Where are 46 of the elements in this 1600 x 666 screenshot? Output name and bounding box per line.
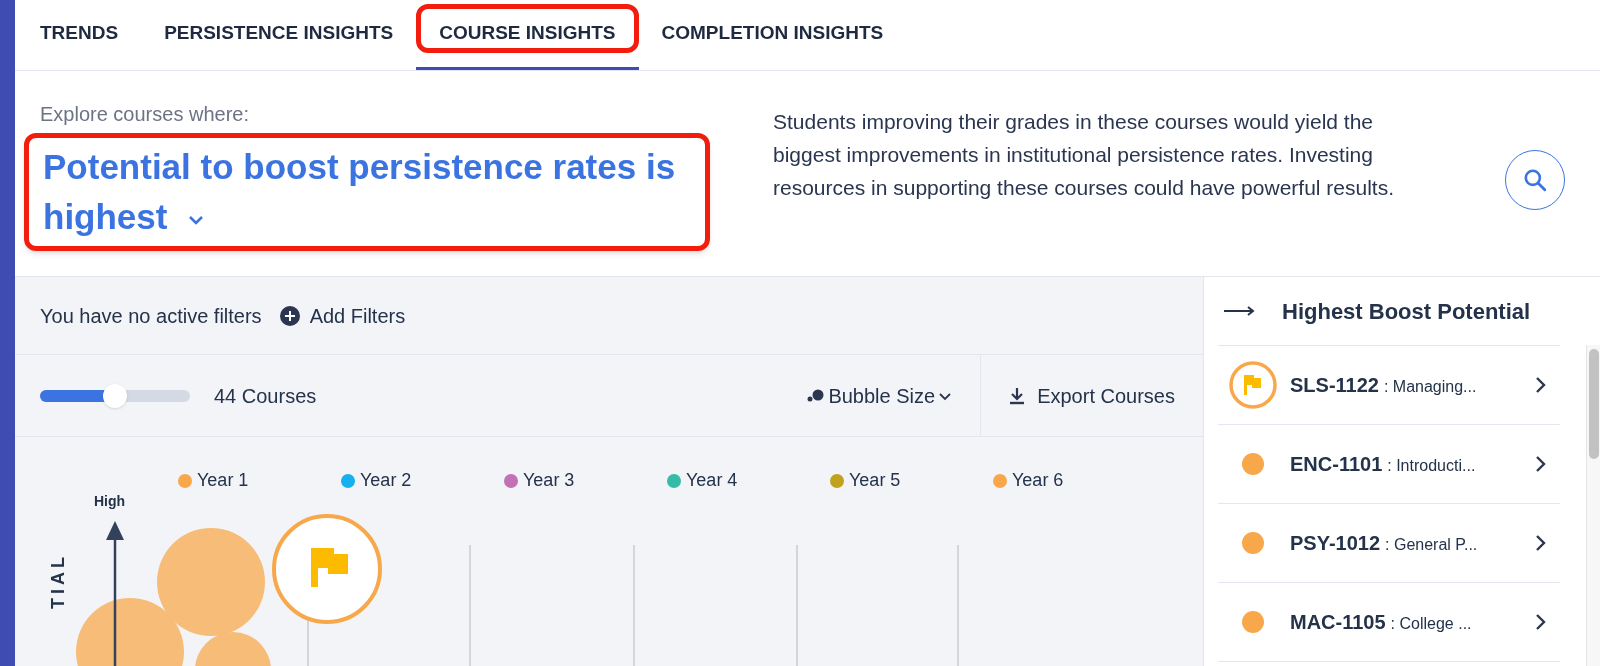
legend-label: Year 4 bbox=[686, 469, 738, 492]
course-title: ENC-1101 : Introducti... bbox=[1290, 452, 1476, 477]
axis-title: TIAL bbox=[47, 553, 69, 609]
chevron-right-icon bbox=[1534, 534, 1546, 552]
panel-title: Highest Boost Potential bbox=[1282, 297, 1531, 326]
bubble[interactable] bbox=[195, 632, 271, 666]
chevron-down-icon bbox=[187, 213, 206, 226]
tab[interactable]: COMPLETION INSIGHTS bbox=[638, 0, 907, 70]
bubble-size-dropdown[interactable]: Bubble Size bbox=[807, 380, 953, 411]
course-row[interactable]: PSY-1012 : General P... bbox=[1218, 504, 1560, 583]
filter-status: You have no active filters bbox=[40, 303, 262, 329]
course-row[interactable]: SLS-1122 : Managing... bbox=[1218, 346, 1560, 425]
legend-label: Year 2 bbox=[360, 469, 412, 492]
course-count: 44 Courses bbox=[214, 383, 317, 409]
course-row[interactable]: MAC-1105 : College ... bbox=[1218, 583, 1560, 662]
tab[interactable]: COURSE INSIGHTS bbox=[416, 0, 639, 70]
axis-label: High bbox=[94, 492, 126, 511]
search-icon bbox=[1522, 167, 1548, 193]
legend-label: Year 5 bbox=[849, 469, 901, 492]
chevron-right-icon bbox=[1534, 376, 1546, 394]
explore-label: Explore courses where: bbox=[40, 102, 250, 127]
chevron-right-icon bbox=[1534, 613, 1546, 631]
arrow-icon bbox=[1224, 306, 1256, 316]
plus-circle-icon bbox=[279, 305, 300, 326]
course-title: SLS-1122 : Managing... bbox=[1290, 373, 1477, 398]
course-title: PSY-1012 : General P... bbox=[1290, 531, 1478, 556]
legend-label: Year 1 bbox=[197, 469, 249, 492]
tab[interactable]: PERSISTENCE INSIGHTS bbox=[141, 0, 417, 70]
bubbles-icon bbox=[807, 387, 826, 404]
legend-label: Year 3 bbox=[523, 469, 575, 492]
export-courses-button[interactable]: Export Courses bbox=[980, 355, 1203, 436]
chevron-right-icon bbox=[1534, 455, 1546, 473]
course-title: MAC-1105 : College ... bbox=[1290, 610, 1472, 635]
chevron-down-icon bbox=[938, 390, 953, 401]
bubble[interactable] bbox=[76, 598, 184, 666]
add-filters-button[interactable]: Add Filters bbox=[279, 300, 406, 331]
slider-thumb[interactable] bbox=[103, 383, 127, 408]
tab[interactable]: TRENDS bbox=[17, 0, 142, 70]
slider-track[interactable] bbox=[40, 382, 190, 409]
download-icon bbox=[1009, 386, 1026, 405]
scrollbar[interactable] bbox=[1586, 345, 1600, 666]
course-row[interactable]: ENC-1101 : Introducti... bbox=[1218, 425, 1560, 504]
flagged-bubble[interactable] bbox=[272, 514, 382, 624]
insight-dropdown[interactable]: Potential to boost persistence rates is highest bbox=[24, 133, 710, 251]
description-text: Students improving their grades in these courses would yield the biggest improvements in institutional persistence rates. Investing resources in supporting these courses could have powerful results. bbox=[773, 109, 1395, 201]
legend-label: Year 6 bbox=[1012, 469, 1064, 492]
